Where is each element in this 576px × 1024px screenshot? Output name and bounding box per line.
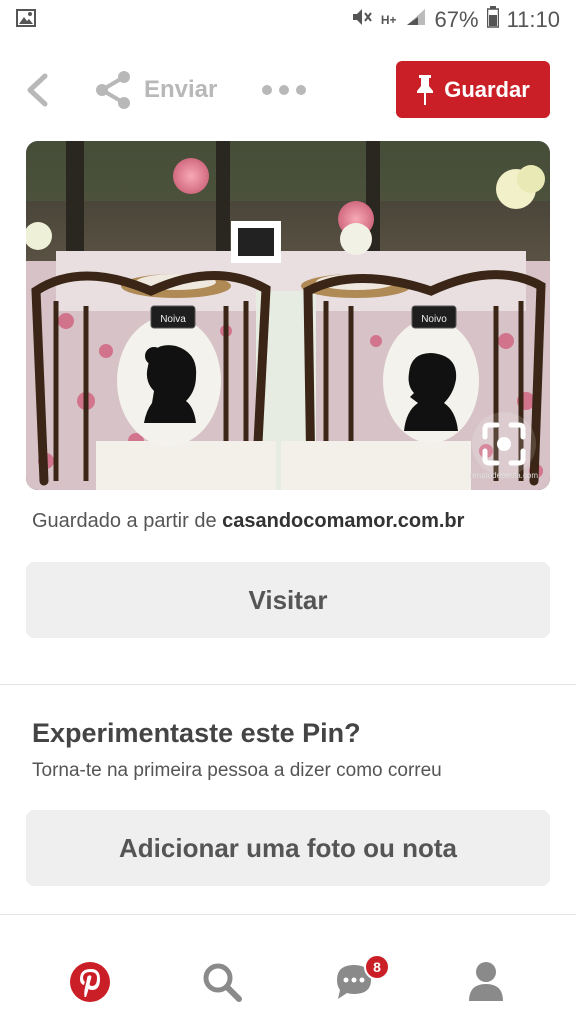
share-icon xyxy=(96,71,130,109)
tried-section-subtitle: Torna-te na primeira pessoa a dizer como… xyxy=(32,760,442,781)
nav-profile[interactable] xyxy=(464,960,508,1004)
signal-icon xyxy=(405,7,427,33)
clock: 11:10 xyxy=(506,7,560,32)
pushpin-icon xyxy=(417,74,434,105)
visit-button[interactable]: Visitar xyxy=(26,562,550,638)
pinterest-logo-icon xyxy=(70,962,110,1002)
section-divider xyxy=(0,684,576,685)
chevron-left-icon xyxy=(27,73,48,107)
pin-image[interactable]: Noiva Noivo renatodepaula.com xyxy=(26,141,550,490)
status-bar: H+ 67% 11:10 xyxy=(0,0,576,40)
bottom-navigation: 8 xyxy=(0,950,576,1014)
back-button[interactable] xyxy=(20,70,54,110)
more-dot-icon xyxy=(296,85,306,95)
battery-percent: 67% xyxy=(434,7,479,32)
share-label: Enviar xyxy=(144,76,218,103)
more-options-button[interactable] xyxy=(262,78,306,102)
gallery-notification-icon xyxy=(16,8,36,32)
pin-toolbar: Enviar Guardar xyxy=(0,58,576,122)
nav-messages[interactable]: 8 xyxy=(332,954,390,1004)
bottom-divider xyxy=(0,914,576,915)
source-prefix: Guardado a partir de xyxy=(32,510,217,532)
battery-icon xyxy=(486,6,499,34)
profile-icon xyxy=(469,962,503,1001)
add-photo-or-note-button[interactable]: Adicionar uma foto ou nota xyxy=(26,810,550,886)
nav-search[interactable] xyxy=(200,960,244,1004)
visual-search-button[interactable] xyxy=(472,412,536,476)
search-icon xyxy=(203,963,242,1002)
tried-section-title: Experimentaste este Pin? xyxy=(32,718,361,748)
source-domain-link[interactable]: casandocomamor.com.br xyxy=(222,510,464,532)
share-button[interactable]: Enviar xyxy=(94,68,217,112)
bride-chair-sign: Noiva xyxy=(160,314,186,325)
more-dot-icon xyxy=(262,85,272,95)
network-type: H+ xyxy=(380,13,397,27)
more-dot-icon xyxy=(279,85,289,95)
wedding-table-photo: Noiva Noivo renatodepaula.com xyxy=(26,141,550,490)
visual-search-icon xyxy=(482,422,526,466)
nav-home[interactable] xyxy=(68,960,112,1004)
messages-badge: 8 xyxy=(364,954,390,980)
mute-icon xyxy=(351,7,373,33)
save-label: Guardar xyxy=(444,76,530,102)
save-pin-button[interactable]: Guardar xyxy=(396,61,550,118)
groom-chair-sign: Noivo xyxy=(421,314,447,325)
pin-source: Guardado a partir de casandocomamor.com.… xyxy=(32,510,464,533)
